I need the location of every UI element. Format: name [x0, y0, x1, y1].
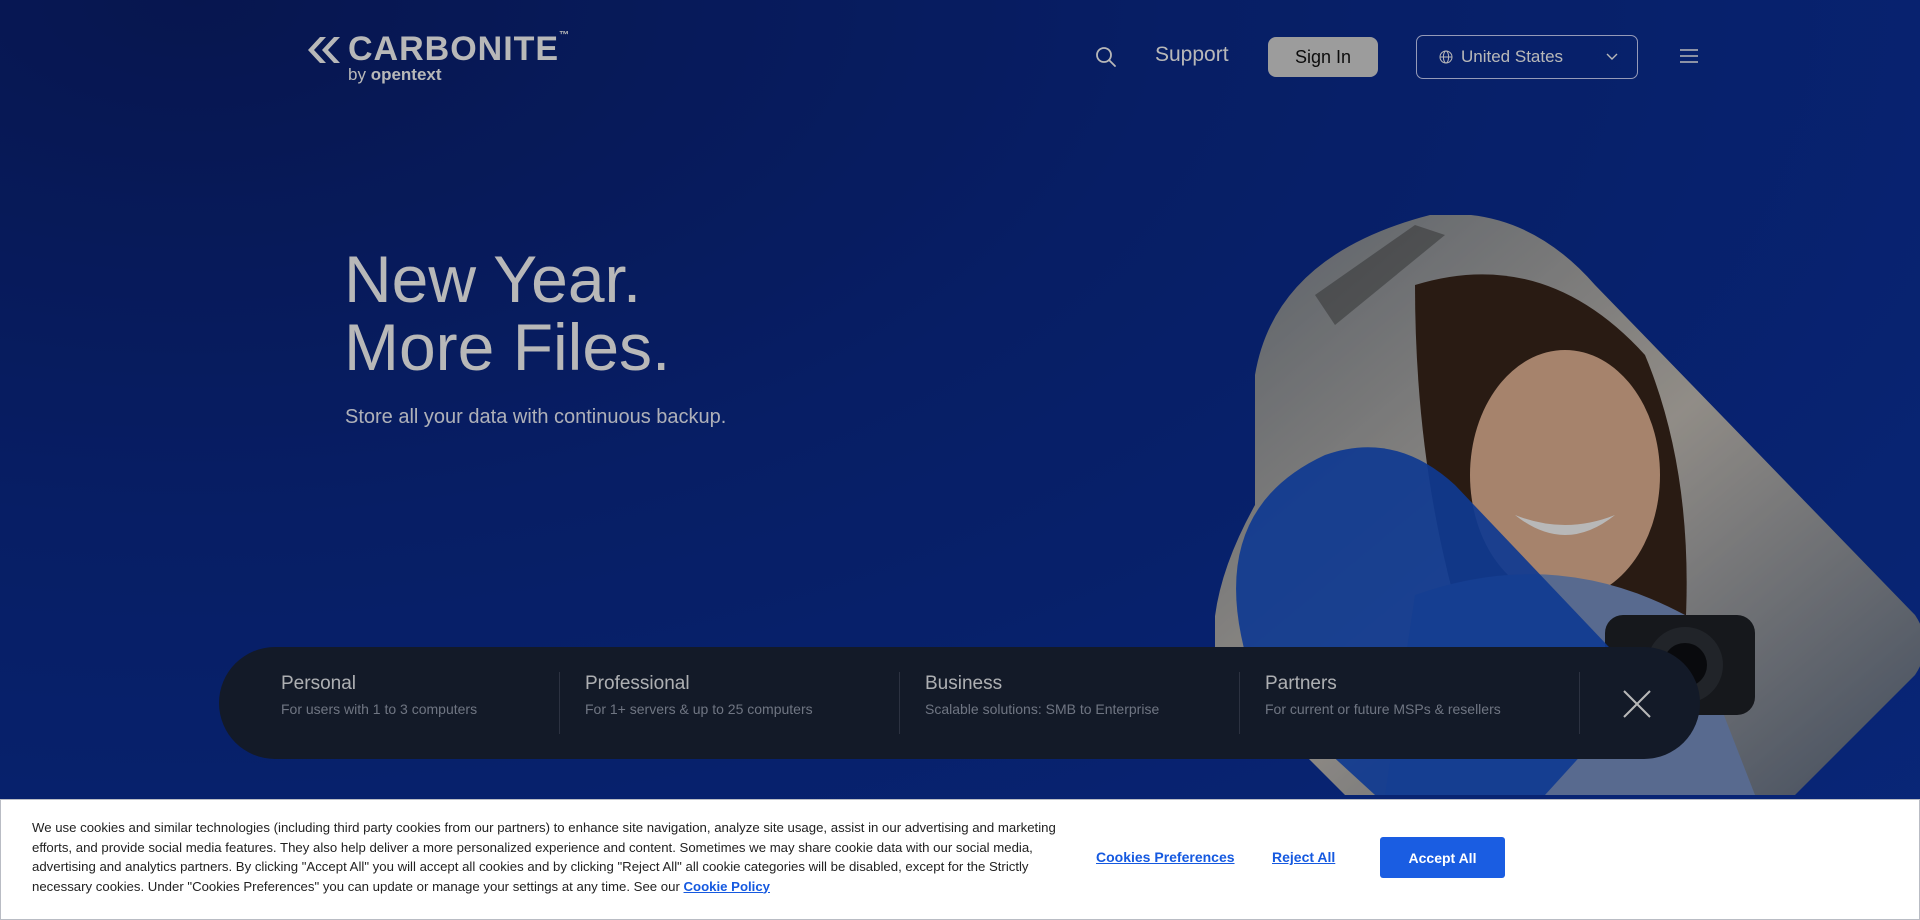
- category-title: Business: [925, 673, 1003, 694]
- cookie-banner: We use cookies and similar technologies …: [0, 799, 1920, 920]
- category-title: Professional: [585, 673, 690, 694]
- globe-icon: [1439, 50, 1453, 64]
- category-desc: For users with 1 to 3 computers: [281, 701, 478, 717]
- divider: [1239, 672, 1240, 734]
- category-title: Personal: [281, 673, 356, 694]
- category-desc: For current or future MSPs & resellers: [1265, 701, 1501, 717]
- hero-title: New Year. More Files.: [344, 242, 671, 384]
- cookie-text: We use cookies and similar technologies …: [32, 820, 1056, 894]
- category-business[interactable]: Business Scalable solutions: SMB to Ente…: [925, 673, 1159, 717]
- support-link[interactable]: Support: [1155, 43, 1229, 67]
- brand-name: CARBONITE™: [348, 30, 571, 68]
- category-desc: For 1+ servers & up to 25 computers: [585, 701, 813, 717]
- divider: [1579, 672, 1580, 734]
- reject-all-link[interactable]: Reject All: [1272, 849, 1335, 865]
- accept-all-button[interactable]: Accept All: [1380, 837, 1505, 878]
- category-desc: Scalable solutions: SMB to Enterprise: [925, 701, 1160, 717]
- menu-icon[interactable]: [1680, 48, 1698, 64]
- product-category-bar: Personal For users with 1 to 3 computers…: [219, 647, 1700, 759]
- carbonite-logo[interactable]: CARBONITE™ by opentext: [302, 30, 570, 85]
- hero-subtitle: Store all your data with continuous back…: [345, 406, 727, 428]
- chevron-down-icon: [1606, 53, 1618, 60]
- category-partners[interactable]: Partners For current or future MSPs & re…: [1265, 673, 1501, 717]
- category-professional[interactable]: Professional For 1+ servers & up to 25 c…: [585, 673, 813, 717]
- close-icon[interactable]: [1622, 689, 1652, 719]
- search-icon[interactable]: [1094, 45, 1118, 69]
- divider: [899, 672, 900, 734]
- category-personal[interactable]: Personal For users with 1 to 3 computers: [281, 673, 477, 717]
- region-label: United States: [1461, 47, 1564, 66]
- category-title: Partners: [1265, 673, 1337, 694]
- cookies-preferences-link[interactable]: Cookies Preferences: [1096, 849, 1235, 865]
- logo-chevron-icon: [308, 36, 340, 63]
- divider: [559, 672, 560, 734]
- sign-in-button[interactable]: Sign In: [1268, 37, 1378, 77]
- region-select[interactable]: United States: [1416, 35, 1638, 79]
- cookie-policy-link[interactable]: Cookie Policy: [684, 879, 770, 894]
